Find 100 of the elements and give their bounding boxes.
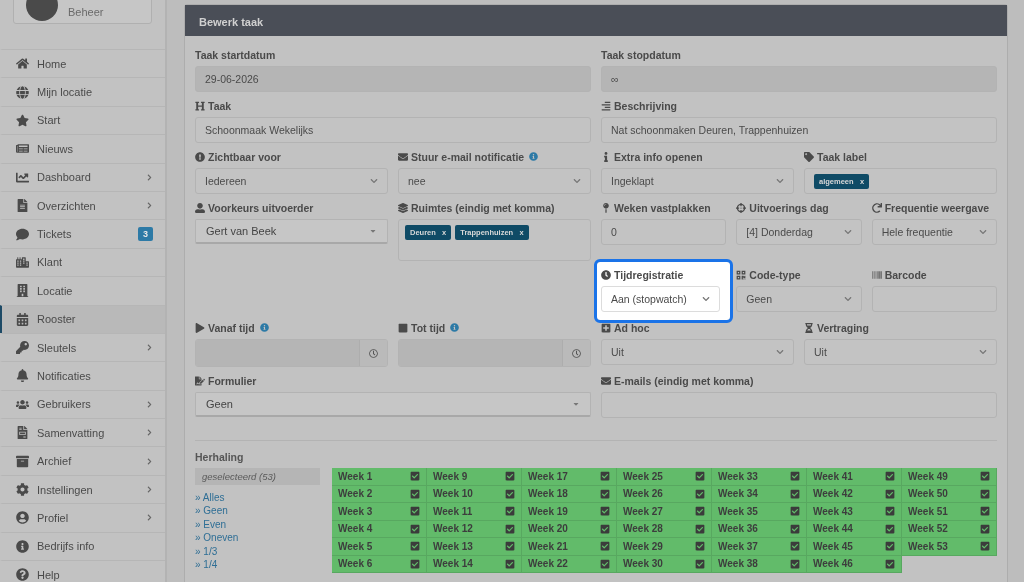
checkbox[interactable] xyxy=(505,523,515,534)
sidebar-item[interactable]: Gebruikers xyxy=(0,389,165,419)
checkbox[interactable] xyxy=(505,506,515,517)
checkbox[interactable] xyxy=(505,471,515,482)
info-icon[interactable] xyxy=(529,152,539,161)
select-field[interactable]: [4] Donderdag xyxy=(736,219,862,245)
sidebar-item[interactable]: Start xyxy=(0,105,165,135)
select-field[interactable]: Ingeklapt xyxy=(601,168,794,194)
sidebar-item[interactable]: Bedrijfs info xyxy=(0,531,165,561)
sidebar-item[interactable]: Instellingen xyxy=(0,474,165,504)
checkbox[interactable] xyxy=(600,558,610,569)
week-cell[interactable]: Week 45 xyxy=(807,538,902,556)
dropdown[interactable]: Gert van Beek xyxy=(195,219,388,244)
week-cell[interactable]: Week 25 xyxy=(617,468,712,486)
checkbox[interactable] xyxy=(885,523,895,534)
sidebar-item[interactable]: Locatie xyxy=(0,276,165,305)
checkbox[interactable] xyxy=(695,488,705,499)
sidebar-item[interactable]: Archief xyxy=(0,446,165,475)
sidebar-item[interactable]: Klant xyxy=(0,247,165,277)
week-cell[interactable]: Week 27 xyxy=(617,503,712,521)
checkbox[interactable] xyxy=(790,471,800,482)
week-cell[interactable]: Week 53 xyxy=(902,538,997,556)
text-field[interactable]: Schoonmaak Wekelijks xyxy=(195,117,591,143)
checkbox[interactable] xyxy=(600,488,610,499)
week-cell[interactable]: Week 41 xyxy=(807,468,902,486)
checkbox[interactable] xyxy=(600,471,610,482)
checkbox[interactable] xyxy=(410,541,420,552)
checkbox[interactable] xyxy=(600,506,610,517)
week-cell[interactable]: Week 13 xyxy=(427,538,522,556)
filter-link[interactable]: » Even xyxy=(195,517,320,532)
checkbox[interactable] xyxy=(410,558,420,569)
checkbox[interactable] xyxy=(695,523,705,534)
select-field[interactable]: Geen xyxy=(736,286,862,312)
sidebar-item[interactable]: Rooster xyxy=(0,304,165,333)
sidebar-item[interactable]: Sleutels xyxy=(0,332,165,362)
sidebar-item[interactable]: Tickets 3 xyxy=(0,219,165,248)
checkbox[interactable] xyxy=(695,558,705,569)
sidebar-item[interactable]: Dashboard xyxy=(0,162,165,191)
checkbox[interactable] xyxy=(790,541,800,552)
week-cell[interactable]: Week 3 xyxy=(332,503,427,521)
filter-link[interactable]: » 1/3 xyxy=(195,544,320,559)
sidebar-item[interactable]: Notificaties xyxy=(0,361,165,390)
week-cell[interactable]: Week 35 xyxy=(712,503,807,521)
sidebar-item[interactable]: Help xyxy=(0,560,165,582)
date-field[interactable]: 29-06-2026 xyxy=(195,66,591,92)
select-field[interactable]: Iedereen xyxy=(195,168,388,194)
sidebar-item[interactable]: Profiel xyxy=(0,503,165,532)
info-icon[interactable] xyxy=(259,323,269,332)
checkbox[interactable] xyxy=(695,506,705,517)
time-field[interactable] xyxy=(195,339,388,367)
info-icon[interactable] xyxy=(450,323,460,332)
date-field[interactable]: ∞ xyxy=(601,66,997,92)
sidebar-item[interactable]: Home xyxy=(0,49,165,78)
checkbox[interactable] xyxy=(885,471,895,482)
select-field[interactable]: Hele frequentie xyxy=(871,219,997,245)
checkbox[interactable] xyxy=(695,471,705,482)
week-cell[interactable]: Week 37 xyxy=(712,538,807,556)
checkbox[interactable] xyxy=(885,506,895,517)
week-cell[interactable]: Week 1 xyxy=(332,468,427,486)
sidebar-item[interactable]: Samenvatting xyxy=(0,418,165,447)
checkbox[interactable] xyxy=(600,541,610,552)
week-cell[interactable]: Week 33 xyxy=(712,468,807,486)
checkbox[interactable] xyxy=(980,506,990,517)
select-field[interactable]: Uit xyxy=(601,339,794,365)
checkbox[interactable] xyxy=(695,541,705,552)
checkbox[interactable] xyxy=(885,541,895,552)
select-field[interactable]: Uit xyxy=(804,339,997,365)
filter-link[interactable]: » Oneven xyxy=(195,531,320,545)
sidebar-item[interactable]: Overzichten xyxy=(0,190,165,220)
checkbox[interactable] xyxy=(600,523,610,534)
time-field[interactable] xyxy=(398,339,591,367)
checkbox[interactable] xyxy=(980,488,990,499)
week-cell[interactable]: Week 21 xyxy=(522,538,617,556)
week-cell[interactable]: Week 49 xyxy=(902,468,997,486)
week-cell[interactable]: Week 5 xyxy=(332,538,427,556)
text-field[interactable]: 0 xyxy=(601,219,727,245)
checkbox[interactable] xyxy=(410,471,420,482)
week-cell[interactable]: Week 51 xyxy=(902,503,997,521)
select-field[interactable]: Aan (stopwatch) xyxy=(601,286,721,312)
checkbox[interactable] xyxy=(980,541,990,552)
checkbox[interactable] xyxy=(505,541,515,552)
dropdown[interactable]: Geen xyxy=(195,392,591,417)
sidebar-item[interactable]: Nieuws xyxy=(0,134,165,163)
checkbox[interactable] xyxy=(790,558,800,569)
filter-link[interactable]: » Alles xyxy=(195,491,320,505)
checkbox[interactable] xyxy=(790,523,800,534)
checkbox[interactable] xyxy=(980,471,990,482)
text-field[interactable]: Nat schoonmaken Deuren, Trappenhuizen xyxy=(601,117,997,143)
week-cell[interactable]: Week 9 xyxy=(427,468,522,486)
week-cell[interactable]: Week 43 xyxy=(807,503,902,521)
checkbox[interactable] xyxy=(505,558,515,569)
filter-link[interactable]: » 1/4 xyxy=(195,558,320,572)
sidebar-item[interactable]: Mijn locatie xyxy=(0,77,165,106)
checkbox[interactable] xyxy=(410,488,420,499)
checkbox[interactable] xyxy=(790,488,800,499)
checkbox[interactable] xyxy=(410,506,420,517)
checkbox[interactable] xyxy=(790,506,800,517)
week-cell[interactable]: Week 17 xyxy=(522,468,617,486)
filter-link[interactable]: » Geen xyxy=(195,504,320,518)
week-cell[interactable]: Week 11 xyxy=(427,503,522,521)
